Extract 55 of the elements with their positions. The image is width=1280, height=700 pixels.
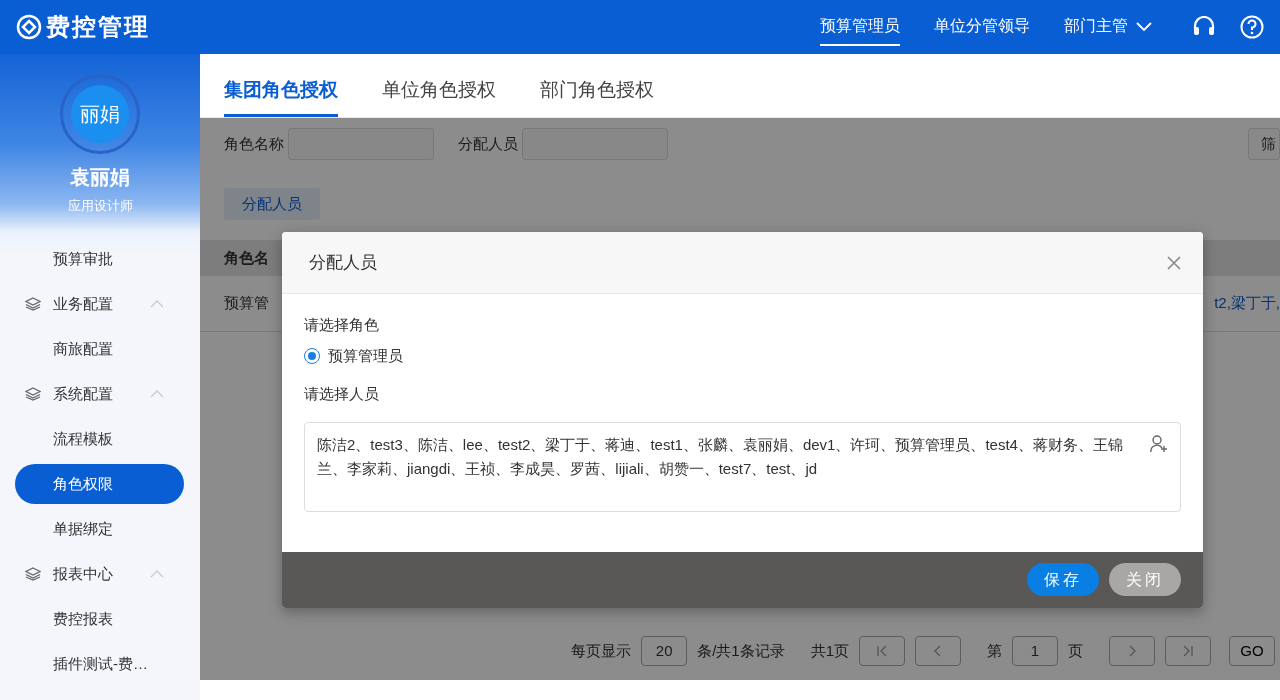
menu-group[interactable]: 系统配置 [15,374,184,414]
menu-group[interactable]: 业务配置 [15,284,184,324]
role-tab[interactable]: 部门主管 [1064,8,1128,46]
first-page-button[interactable] [859,636,905,666]
add-user-icon[interactable] [1150,434,1168,453]
menu-item[interactable]: 角色权限 [15,464,184,504]
field-label: 请选择人员 [304,384,380,404]
last-page-button[interactable] [1165,636,1211,666]
user-role: 应用设计师 [67,197,133,215]
role-tab[interactable]: 预算管理员 [820,8,900,46]
people-field[interactable]: 陈洁2、test3、陈洁、lee、test2、梁丁于、蒋迪、test1、张麟、袁丽娟、dev1、许珂、预算管理员、test4、蒋财务、王锦兰、李家莉、jiangdi、王祯、李成昊、罗茜、lijiali、胡赞一、test7、test、jd [304,421,1181,512]
menu-item[interactable]: 插件测试-费… [15,644,184,684]
first-page-icon [875,644,889,658]
field-label: 请选择角色 [304,315,380,335]
filter-button[interactable]: 筛 [1248,128,1280,160]
layers-icon [25,297,41,311]
last-page-icon [1181,644,1195,658]
next-page-button[interactable] [1109,636,1155,666]
page-number-field[interactable]: 1 [1012,636,1058,666]
menu-item[interactable]: 单据绑定 [15,509,184,549]
table-cell-text: t2,梁丁于, [1214,293,1280,314]
tab[interactable]: 单位角色授权 [382,75,496,117]
pager-label: 页 [1068,640,1083,661]
filter-label: 角色名称 [224,133,284,154]
menu-item[interactable]: 流程模板 [15,419,184,459]
menu-item[interactable]: 预算审批 [15,239,184,279]
layers-icon [25,387,41,401]
help-icon[interactable] [1240,15,1264,39]
previous-page-button[interactable] [915,636,961,666]
radio-label[interactable]: 预算管理员 [328,344,403,367]
page-size-field[interactable]: 20 [641,636,688,666]
chevron-down-icon[interactable] [1136,22,1152,32]
role-tab[interactable]: 单位分管领导 [934,8,1030,46]
avatar-text: 丽娟 [71,85,129,143]
pager-label: 第 [987,640,1002,661]
table-cell-text: 预算管 [224,293,269,314]
menu-item[interactable]: 费控报表 [15,599,184,639]
go-button[interactable]: GO [1229,636,1275,666]
dialog-title: 分配人员 [309,251,377,274]
layers-icon [25,567,41,581]
tab[interactable]: 部门角色授权 [540,75,654,117]
logo-icon [16,14,42,40]
menu-group[interactable]: 报表中心 [15,554,184,594]
save-button[interactable]: 保存 [1027,563,1099,596]
headset-icon[interactable] [1192,16,1216,38]
pager-label: 每页显示 [571,640,632,661]
user-name: 袁丽娟 [70,165,130,190]
pager-label: 共1页 [810,640,849,661]
close-icon[interactable] [1167,255,1181,270]
app-title: 费控管理 [46,12,150,42]
filter-label: 分配人员 [458,133,518,154]
pager-label: 条/共1条记录 [697,640,785,661]
column-header: 角色名 [224,247,269,268]
menu-item[interactable]: 商旅配置 [15,329,184,369]
people-list: 陈洁2、test3、陈洁、lee、test2、梁丁于、蒋迪、test1、张麟、袁丽娟、dev1、许珂、预算管理员、test4、蒋财务、王锦兰、李家莉、jiangdi、王祯、李成昊、罗茜、lijiali、胡赞一、test7、test、jd [317,435,1123,477]
